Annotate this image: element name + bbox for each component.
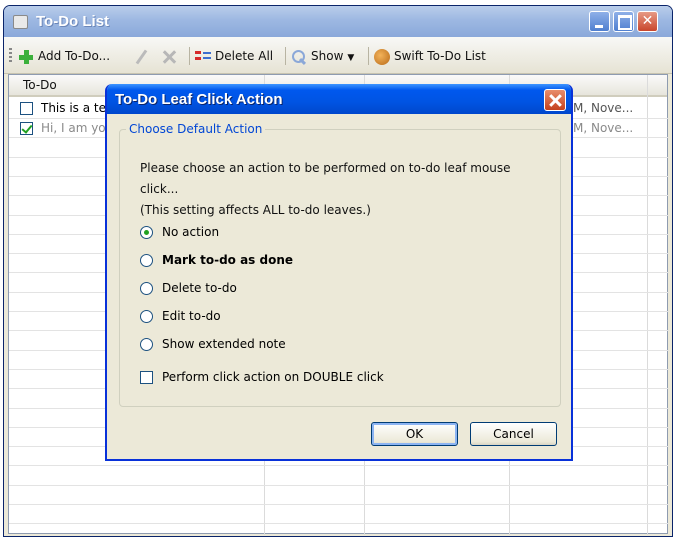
radio-button[interactable] bbox=[140, 226, 153, 239]
todo-text: Hi, I am yo bbox=[41, 121, 106, 135]
toolbar-separator bbox=[189, 47, 190, 65]
radio-mark-done[interactable]: Mark to-do as done bbox=[140, 251, 293, 269]
toolbar-separator bbox=[368, 47, 369, 65]
swift-logo-icon bbox=[374, 48, 390, 65]
radio-button[interactable] bbox=[140, 282, 153, 295]
radio-button[interactable] bbox=[140, 338, 153, 351]
todo-date: M, Nove... bbox=[573, 101, 634, 115]
toolbar-separator bbox=[285, 47, 286, 65]
todo-checkbox[interactable] bbox=[20, 102, 33, 115]
radio-button[interactable] bbox=[140, 310, 153, 323]
swift-todo-button[interactable]: Swift To-Do List bbox=[374, 47, 486, 65]
radio-edit-todo[interactable]: Edit to-do bbox=[140, 307, 221, 325]
dialog-close-button[interactable] bbox=[544, 89, 566, 111]
pencil-icon bbox=[134, 49, 150, 65]
maximize-button[interactable] bbox=[613, 11, 634, 32]
main-titlebar[interactable]: To-Do List ✕ bbox=[4, 6, 672, 37]
minimize-button[interactable] bbox=[589, 11, 610, 32]
show-label: Show bbox=[311, 49, 344, 63]
radio-delete-todo[interactable]: Delete to-do bbox=[140, 279, 237, 297]
radio-no-action[interactable]: No action bbox=[140, 223, 219, 241]
minimize-icon bbox=[590, 12, 609, 31]
column-header-todo[interactable]: To-Do bbox=[23, 78, 57, 92]
delete-all-icon bbox=[195, 49, 211, 65]
swift-todo-label: Swift To-Do List bbox=[394, 49, 486, 63]
grid-line bbox=[9, 485, 669, 486]
double-click-option[interactable]: Perform click action on DOUBLE click bbox=[140, 368, 384, 386]
dialog-description: Please choose an action to be performed … bbox=[140, 158, 550, 221]
edit-button[interactable] bbox=[134, 47, 154, 65]
cancel-button[interactable]: Cancel bbox=[470, 422, 557, 446]
ok-button[interactable]: OK bbox=[371, 422, 458, 446]
double-click-checkbox[interactable] bbox=[140, 371, 153, 384]
radio-label: Show extended note bbox=[162, 337, 286, 351]
click-action-dialog: To-Do Leaf Click Action Choose Default A… bbox=[105, 84, 573, 461]
radio-extended-note[interactable]: Show extended note bbox=[140, 335, 286, 353]
radio-label: Mark to-do as done bbox=[162, 253, 294, 267]
description-line: (This setting affects ALL to-do leaves.) bbox=[140, 203, 371, 217]
delete-button[interactable] bbox=[161, 47, 181, 65]
todo-text: This is a te bbox=[41, 101, 106, 115]
search-icon bbox=[291, 49, 307, 65]
show-dropdown-button[interactable]: Show ▼ bbox=[291, 47, 354, 65]
maximize-icon bbox=[614, 12, 633, 31]
grid-line bbox=[9, 504, 669, 505]
delete-icon bbox=[161, 49, 177, 65]
column-divider bbox=[647, 75, 648, 535]
grid-line bbox=[9, 523, 669, 524]
group-label: Choose Default Action bbox=[126, 122, 266, 136]
add-icon bbox=[18, 49, 34, 65]
radio-label: Delete to-do bbox=[162, 281, 237, 295]
toolbar: Add To-Do... Delete All Show ▼ Swift To-D… bbox=[4, 37, 672, 74]
delete-all-label: Delete All bbox=[215, 49, 274, 63]
dialog-titlebar[interactable]: To-Do Leaf Click Action bbox=[107, 84, 571, 114]
delete-all-button[interactable]: Delete All bbox=[195, 47, 273, 65]
app-icon bbox=[13, 15, 28, 29]
radio-button[interactable] bbox=[140, 254, 153, 267]
todo-checkbox[interactable] bbox=[20, 122, 33, 135]
close-icon bbox=[545, 90, 565, 110]
add-todo-label: Add To-Do... bbox=[38, 49, 111, 63]
close-window-button[interactable]: ✕ bbox=[637, 11, 658, 32]
default-action-group: Choose Default Action Please choose an a… bbox=[119, 122, 561, 407]
chevron-down-icon: ▼ bbox=[347, 53, 355, 63]
todo-date: M, Nove... bbox=[573, 121, 634, 135]
toolbar-grip[interactable] bbox=[9, 48, 12, 64]
radio-label: No action bbox=[162, 225, 220, 239]
description-line: Please choose an action to be performed … bbox=[140, 161, 511, 196]
radio-label: Edit to-do bbox=[162, 309, 221, 323]
grid-line bbox=[9, 465, 669, 466]
add-todo-button[interactable]: Add To-Do... bbox=[18, 47, 110, 65]
double-click-label: Perform click action on DOUBLE click bbox=[162, 370, 384, 384]
dialog-title: To-Do Leaf Click Action bbox=[115, 91, 283, 108]
window-title: To-Do List bbox=[36, 13, 110, 30]
close-icon: ✕ bbox=[641, 13, 654, 29]
